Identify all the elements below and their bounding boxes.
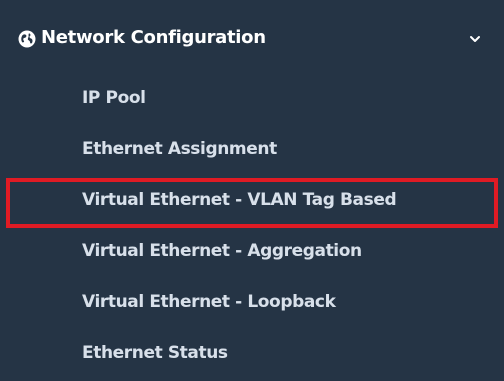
submenu-item-label: Ethernet Assignment: [82, 139, 277, 159]
submenu-item-label: Ethernet Status: [82, 343, 228, 363]
sidebar-menu: Network Configuration IP Pool Ethernet A…: [0, 0, 504, 381]
submenu-item-virtual-ethernet-aggregation[interactable]: Virtual Ethernet - Aggregation: [0, 228, 504, 278]
chevron-down-icon[interactable]: [469, 34, 481, 44]
submenu-item-label: Virtual Ethernet - VLAN Tag Based: [82, 190, 397, 210]
submenu-item-virtual-ethernet-vlan[interactable]: Virtual Ethernet - VLAN Tag Based: [0, 177, 504, 227]
globe-icon: [18, 30, 36, 48]
submenu-item-virtual-ethernet-loopback[interactable]: Virtual Ethernet - Loopback: [0, 279, 504, 329]
submenu-item-label: IP Pool: [82, 88, 146, 108]
network-configuration-menu[interactable]: Network Configuration: [0, 12, 504, 66]
submenu-item-ethernet-status[interactable]: Ethernet Status: [0, 330, 504, 380]
submenu-item-label: Virtual Ethernet - Aggregation: [82, 241, 362, 261]
submenu-item-label: Virtual Ethernet - Loopback: [82, 292, 336, 312]
submenu-item-ip-pool[interactable]: IP Pool: [0, 75, 504, 125]
menu-header-label: Network Configuration: [41, 27, 266, 48]
submenu-item-ethernet-assignment[interactable]: Ethernet Assignment: [0, 126, 504, 176]
